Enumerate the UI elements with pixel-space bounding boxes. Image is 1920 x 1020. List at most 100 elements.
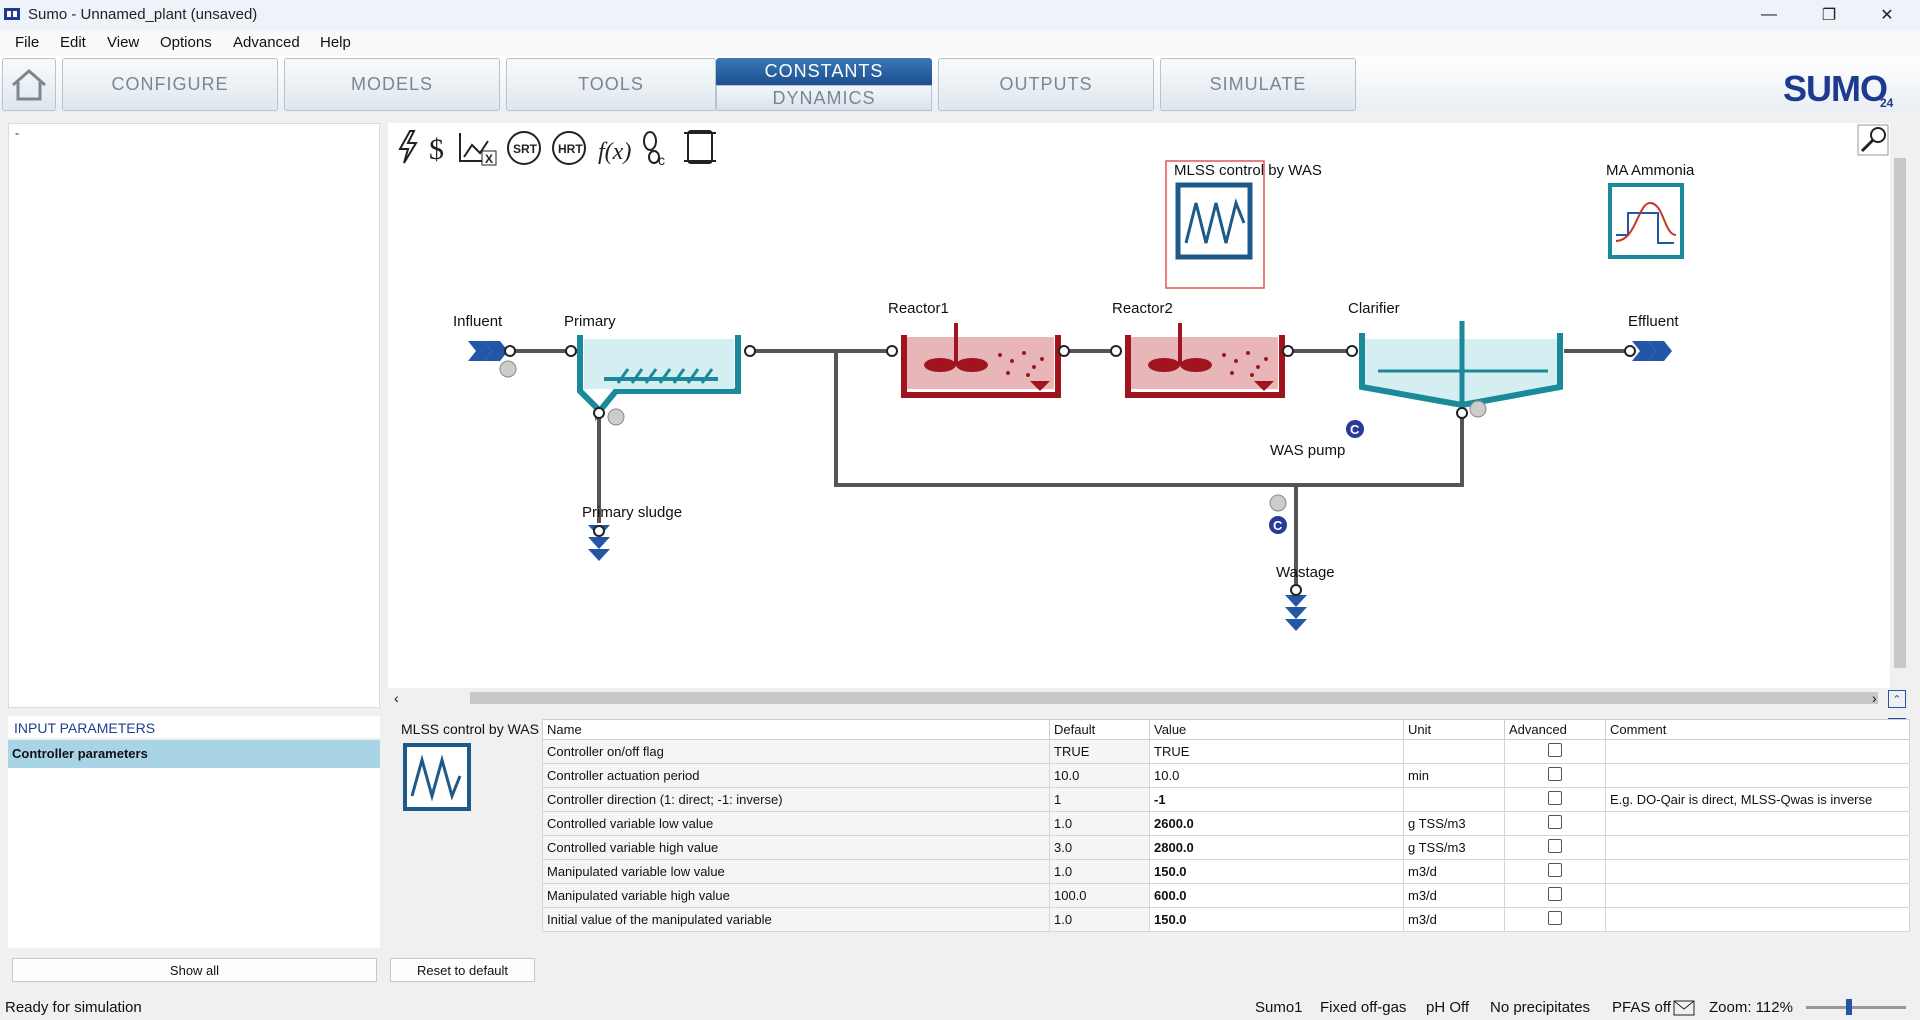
menu-edit[interactable]: Edit [60, 34, 86, 51]
param-comment[interactable] [1605, 811, 1910, 836]
param-value[interactable]: TRUE [1149, 739, 1404, 764]
tab-constants[interactable]: CONSTANTS [716, 58, 932, 85]
scroll-left-icon[interactable]: ‹ [394, 690, 399, 706]
close-button[interactable]: ✕ [1858, 0, 1916, 30]
tab-dynamics[interactable]: DYNAMICS [716, 85, 932, 111]
status-ph[interactable]: pH Off [1426, 999, 1469, 1016]
lightning-icon[interactable] [398, 130, 418, 164]
advanced-checkbox[interactable] [1548, 911, 1562, 925]
home-button[interactable] [2, 58, 56, 111]
advanced-checkbox[interactable] [1548, 815, 1562, 829]
param-advanced[interactable] [1504, 883, 1606, 908]
tab-models[interactable]: MODELS [284, 58, 500, 111]
param-unit: m3/d [1403, 859, 1505, 884]
param-name: Controller actuation period [542, 763, 1050, 788]
reset-to-default-button[interactable]: Reset to default [390, 958, 535, 982]
param-comment[interactable] [1605, 835, 1910, 860]
status-offgas[interactable]: Fixed off-gas [1320, 999, 1406, 1016]
param-advanced[interactable] [1504, 907, 1606, 932]
col-value[interactable]: Value [1149, 719, 1404, 740]
influent-play-icon[interactable] [499, 360, 517, 378]
menu-view[interactable]: View [107, 34, 139, 51]
advanced-checkbox[interactable] [1548, 839, 1562, 853]
canvas-hscroll-thumb[interactable] [470, 692, 1878, 704]
col-unit[interactable]: Unit [1403, 719, 1505, 740]
mail-icon[interactable] [1673, 1000, 1695, 1016]
zoom-icon[interactable] [1857, 124, 1889, 156]
tab-outputs[interactable]: OUTPUTS [938, 58, 1154, 111]
effluent-icon[interactable] [1632, 341, 1672, 361]
param-value[interactable]: 10.0 [1149, 763, 1404, 788]
mlss-controller-block[interactable] [1175, 182, 1253, 260]
show-all-button[interactable]: Show all [12, 958, 377, 982]
ma-ammonia-block[interactable] [1608, 183, 1684, 259]
param-advanced[interactable] [1504, 811, 1606, 836]
restore-button[interactable]: ❐ [1800, 0, 1858, 30]
param-value[interactable]: 2600.0 [1149, 811, 1404, 836]
status-pfas[interactable]: PFAS off [1612, 999, 1671, 1016]
scroll-right-icon[interactable]: › [1872, 690, 1877, 706]
param-comment[interactable] [1605, 883, 1910, 908]
wastage-icon[interactable] [1285, 595, 1307, 631]
param-name: Controller on/off flag [542, 739, 1050, 764]
tab-configure[interactable]: CONFIGURE [62, 58, 278, 111]
srt-icon[interactable]: SRT [507, 131, 541, 165]
advanced-checkbox[interactable] [1548, 887, 1562, 901]
advanced-checkbox[interactable] [1548, 863, 1562, 877]
param-value[interactable]: 600.0 [1149, 883, 1404, 908]
param-value[interactable]: 2800.0 [1149, 835, 1404, 860]
zoom-slider-thumb[interactable] [1846, 999, 1852, 1015]
zoom-slider-track[interactable] [1806, 1006, 1906, 1009]
param-advanced[interactable] [1504, 835, 1606, 860]
param-comment[interactable]: E.g. DO-Qair is direct, MLSS-Qwas is inv… [1605, 787, 1910, 812]
function-icon[interactable]: f(x) [598, 139, 631, 165]
hrt-icon[interactable]: HRT [552, 131, 586, 165]
footprint-icon[interactable]: c [643, 131, 665, 168]
tab-tools[interactable]: TOOLS [506, 58, 716, 111]
status-precipitates[interactable]: No precipitates [1490, 999, 1590, 1016]
param-advanced[interactable] [1504, 859, 1606, 884]
param-comment[interactable] [1605, 763, 1910, 788]
advanced-checkbox[interactable] [1548, 743, 1562, 757]
param-name: Initial value of the manipulated variabl… [542, 907, 1050, 932]
col-advanced[interactable]: Advanced [1504, 719, 1606, 740]
menu-advanced[interactable]: Advanced [233, 34, 300, 51]
status-model[interactable]: Sumo1 [1255, 999, 1303, 1016]
param-advanced[interactable] [1504, 787, 1606, 812]
excel-icon[interactable]: X [459, 133, 497, 166]
was-pump-icon[interactable] [1269, 494, 1287, 512]
advanced-checkbox[interactable] [1548, 767, 1562, 781]
col-default[interactable]: Default [1049, 719, 1150, 740]
param-comment[interactable] [1605, 739, 1910, 764]
reactor1[interactable] [901, 323, 1061, 398]
param-comment[interactable] [1605, 859, 1910, 884]
reactor2[interactable] [1125, 323, 1285, 398]
col-comment[interactable]: Comment [1605, 719, 1910, 740]
influent-icon[interactable] [468, 341, 508, 361]
tab-simulate[interactable]: SIMULATE [1160, 58, 1356, 111]
menu-options[interactable]: Options [160, 34, 212, 51]
param-value[interactable]: 150.0 [1149, 859, 1404, 884]
clarifier[interactable] [1359, 321, 1563, 413]
minimize-button[interactable]: — [1740, 0, 1798, 30]
tree-item[interactable]: - [9, 124, 379, 142]
col-name[interactable]: Name [542, 719, 1050, 740]
menu-help[interactable]: Help [320, 34, 351, 51]
primary-clarifier[interactable] [577, 335, 741, 422]
param-unit: g TSS/m3 [1403, 811, 1505, 836]
param-comment[interactable] [1605, 907, 1910, 932]
dollar-icon[interactable]: $ [429, 133, 444, 166]
canvas-vscroll-thumb[interactable] [1894, 158, 1906, 668]
param-advanced[interactable] [1504, 763, 1606, 788]
param-value[interactable]: 150.0 [1149, 907, 1404, 932]
menu-file[interactable]: File [15, 34, 39, 51]
advanced-checkbox[interactable] [1548, 791, 1562, 805]
process-canvas[interactable]: $ X SRT HRT f(x) c Influent Primary Reac… [388, 123, 1890, 688]
param-group-controller[interactable]: Controller parameters [8, 740, 380, 768]
scroll-icon[interactable] [684, 130, 716, 164]
param-advanced[interactable] [1504, 739, 1606, 764]
collapse-up-icon[interactable]: ⌃ [1888, 690, 1906, 708]
clarifier-pump-icon[interactable] [1469, 400, 1487, 418]
param-value[interactable]: -1 [1149, 787, 1404, 812]
primary-pump-icon[interactable] [607, 408, 625, 426]
